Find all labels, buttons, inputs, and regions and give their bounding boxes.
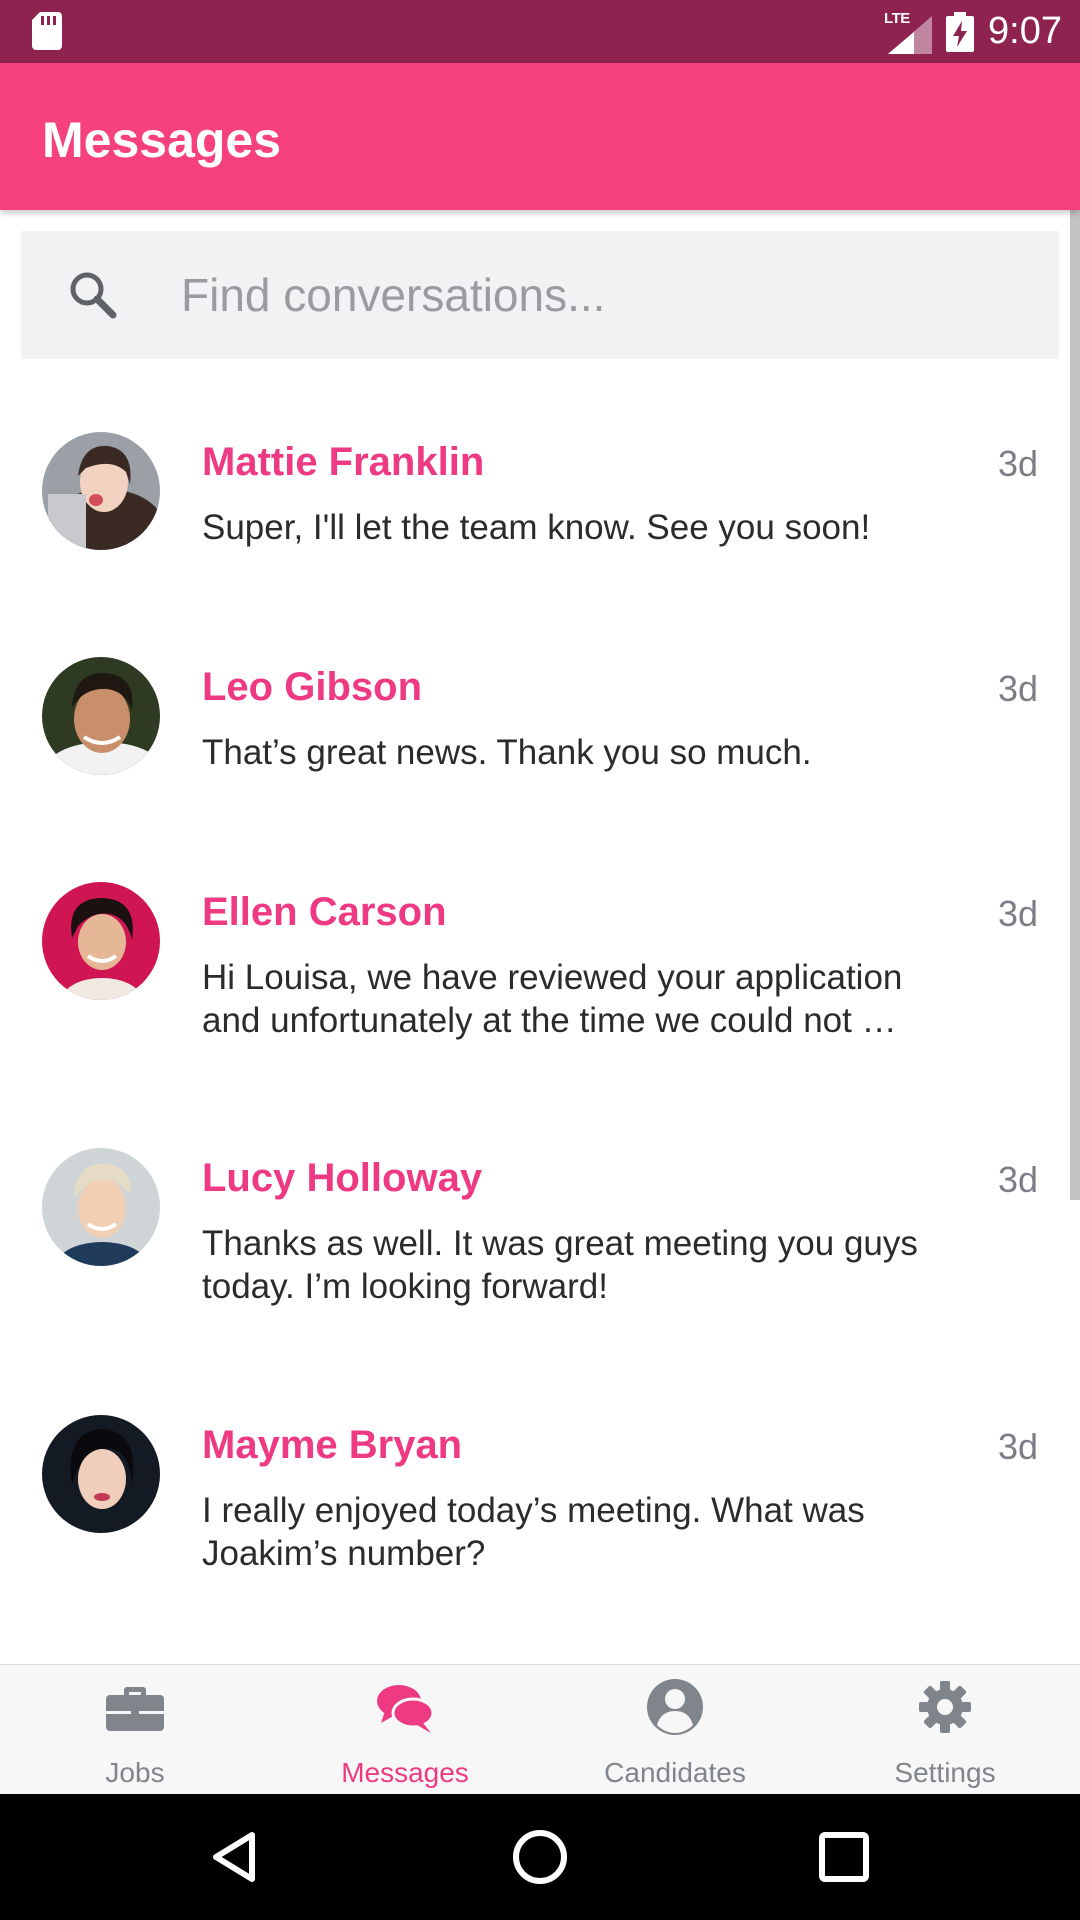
message-time: 3d <box>997 1426 1038 1467</box>
battery-charging-icon <box>946 11 975 52</box>
nav-candidates[interactable]: Candidates <box>540 1665 810 1795</box>
nav-label: Jobs <box>105 1757 165 1788</box>
chat-icon <box>377 1685 435 1733</box>
search-icon <box>70 272 117 319</box>
home-icon[interactable] <box>508 1825 572 1889</box>
nav-jobs[interactable]: Jobs <box>0 1665 270 1795</box>
bottom-navigation: Jobs Messages Candidates Settings <box>0 1664 1080 1794</box>
avatar <box>42 1148 160 1266</box>
network-indicator: LTE <box>884 9 933 54</box>
search-input[interactable] <box>181 251 1021 339</box>
system-navigation-bar <box>0 1794 1080 1920</box>
nav-messages[interactable]: Messages <box>270 1665 540 1795</box>
contact-name: Ellen Carson <box>202 890 447 934</box>
message-preview: I really enjoyed today’s meeting. What w… <box>202 1491 865 1573</box>
person-icon <box>647 1679 703 1735</box>
contact-name: Lucy Holloway <box>202 1156 483 1200</box>
app-bar: Messages <box>0 63 1080 210</box>
page-title: Messages <box>42 112 282 168</box>
conversation-item[interactable]: Mayme Bryan 3d I really enjoyed today’s … <box>0 1383 1062 1583</box>
message-preview: Hi Louisa, we have reviewed your applica… <box>202 958 903 1040</box>
conversation-item[interactable]: Lucy Holloway 3d Thanks as well. It was … <box>0 1116 1062 1316</box>
message-preview: Super, I'll let the team know. See you s… <box>202 508 871 547</box>
contact-name: Leo Gibson <box>202 665 422 709</box>
clock: 9:07 <box>988 10 1062 52</box>
contact-name: Mattie Franklin <box>202 440 485 484</box>
nav-label: Messages <box>341 1757 469 1788</box>
conversation-item[interactable]: Ellen Carson 3d Hi Louisa, we have revie… <box>0 850 1062 1050</box>
scrollbar-thumb[interactable] <box>1070 210 1080 1200</box>
conversation-item[interactable]: Mattie Franklin 3d Super, I'll let the t… <box>0 400 1062 600</box>
briefcase-icon <box>106 1687 164 1731</box>
nav-settings[interactable]: Settings <box>810 1665 1080 1795</box>
nav-label: Candidates <box>604 1757 746 1788</box>
avatar <box>42 882 160 1000</box>
message-time: 3d <box>997 668 1038 709</box>
sd-card-icon <box>32 12 62 50</box>
gear-icon <box>919 1681 971 1733</box>
avatar <box>42 657 160 775</box>
message-time: 3d <box>997 443 1038 484</box>
status-bar: LTE 9:07 <box>0 0 1080 63</box>
lte-label: LTE <box>884 9 910 27</box>
search-bar[interactable] <box>21 231 1059 359</box>
avatar <box>42 1415 160 1533</box>
avatar <box>42 432 160 550</box>
message-time: 3d <box>997 893 1038 934</box>
message-preview: Thanks as well. It was great meeting you… <box>202 1224 918 1306</box>
message-time: 3d <box>997 1159 1038 1200</box>
contact-name: Mayme Bryan <box>202 1423 463 1467</box>
conversation-item[interactable]: Leo Gibson 3d That’s great news. Thank y… <box>0 625 1062 825</box>
message-preview: That’s great news. Thank you so much. <box>202 733 812 772</box>
nav-label: Settings <box>894 1757 996 1788</box>
recents-icon[interactable] <box>812 1825 876 1889</box>
back-icon[interactable] <box>204 1825 268 1889</box>
